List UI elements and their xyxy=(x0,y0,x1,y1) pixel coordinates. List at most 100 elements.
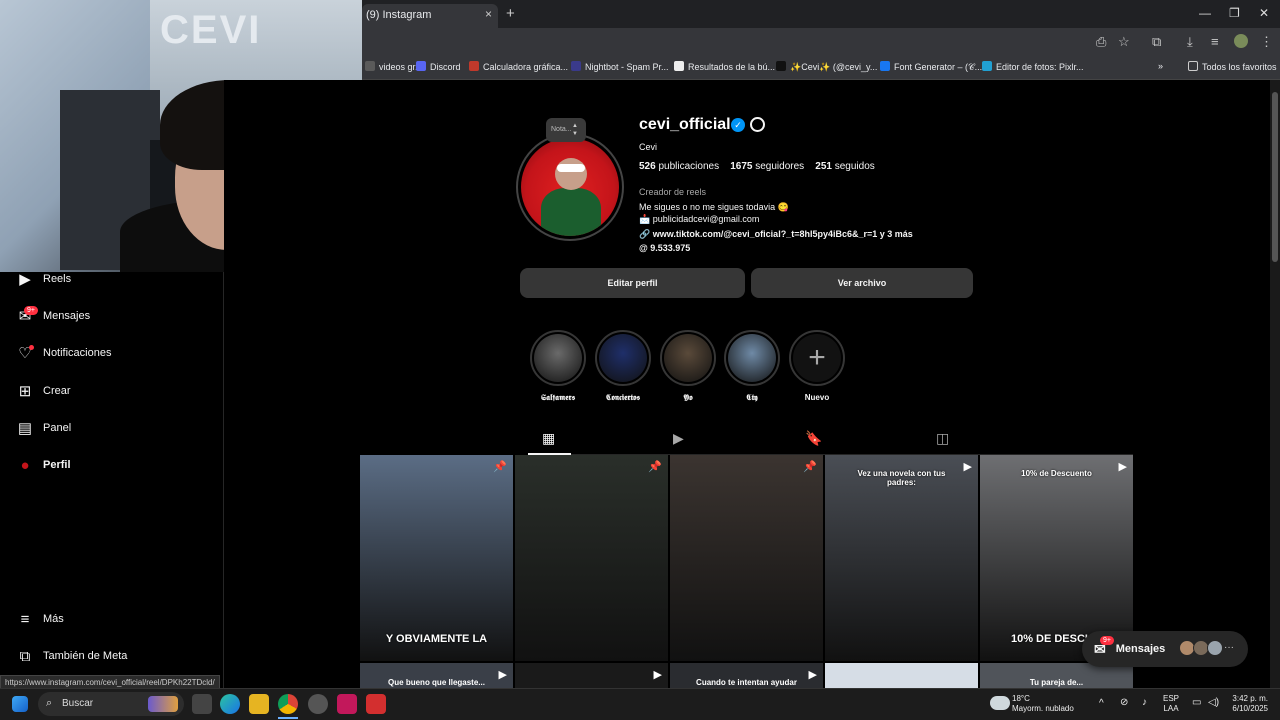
pinned-icon: 📌 xyxy=(648,461,662,473)
posts-stat: 526 publicaciones xyxy=(639,161,719,172)
tab-tagged-icon[interactable]: ◫ xyxy=(936,430,949,447)
bookmark-item[interactable]: Resultados de la bú... xyxy=(674,61,775,72)
star-icon[interactable]: ☆ xyxy=(1118,34,1130,50)
note-bubble[interactable]: Nota... xyxy=(546,118,586,142)
bookmarks-more-icon[interactable]: » xyxy=(1158,61,1163,71)
tab-posts-grid-icon[interactable]: ▦ xyxy=(542,430,555,447)
tab-reels-icon[interactable]: ▶ xyxy=(673,430,684,447)
post-caption: Y OBVIAMENTE LA xyxy=(385,633,488,645)
sidebar-item-profile[interactable]: ● Perfil xyxy=(16,453,70,477)
download-icon[interactable]: ⤓ xyxy=(1187,34,1193,50)
threads-badge[interactable]: @ 9.533.975 xyxy=(639,243,690,253)
post-thumbnail[interactable]: 📌 xyxy=(670,455,823,661)
extensions-icon[interactable]: ⧉ xyxy=(1152,34,1161,50)
sidebar-item-more[interactable]: ≡ Más xyxy=(16,607,64,631)
new-tab-icon[interactable]: + xyxy=(506,5,515,22)
pinned-icon: 📌 xyxy=(803,461,817,473)
following-stat[interactable]: 251 seguidos xyxy=(815,161,875,172)
clock[interactable]: 3:42 p. m. 6/10/2025 xyxy=(1224,694,1268,714)
post-thumbnail[interactable]: ▶ Vez una novela con tus padres: xyxy=(825,455,978,661)
highlight-label: 𝕮𝖙𝖞 xyxy=(746,393,758,402)
tab-saved-icon[interactable]: 🔖 xyxy=(805,430,822,447)
task-view-icon[interactable] xyxy=(192,694,212,714)
reel-icon: ▶ xyxy=(653,669,662,681)
weather-widget[interactable]: 18°C Mayorm. nublado xyxy=(1012,694,1074,714)
network-off-icon[interactable]: ⊘ xyxy=(1120,698,1128,708)
sidebar-item-create[interactable]: ⊞ Crear xyxy=(16,379,71,403)
file-explorer-icon[interactable] xyxy=(249,694,269,714)
volume-icon[interactable]: ◁) xyxy=(1208,698,1219,708)
bookmark-item[interactable]: Nightbot - Spam Pr... xyxy=(571,61,669,72)
menu-icon[interactable]: ⋮ xyxy=(1260,34,1273,50)
plus-square-icon: ⊞ xyxy=(18,383,32,400)
bookmark-label: Editor de fotos: Pixlr... xyxy=(996,62,1084,72)
bookmark-item[interactable]: videos gr... xyxy=(365,61,423,72)
tiktok-studio-icon[interactable] xyxy=(337,694,357,714)
app-icon[interactable] xyxy=(366,694,386,714)
reels-icon: ▶ xyxy=(19,271,31,288)
tray-expand-icon[interactable]: ^ xyxy=(1099,699,1104,709)
post-thumbnail[interactable]: 📌 Y OBVIAMENTE LA xyxy=(360,455,513,661)
bookmark-item[interactable]: Editor de fotos: Pixlr... xyxy=(982,61,1084,72)
post-thumbnail[interactable] xyxy=(825,663,978,688)
account-avatar-icon[interactable] xyxy=(1234,34,1248,48)
sidebar-item-reels[interactable]: ▶ Reels xyxy=(16,267,71,291)
sidebar-item-meta[interactable]: ⧉ También de Meta xyxy=(16,644,128,668)
followers-count: 1675 xyxy=(730,161,753,172)
story-highlight[interactable] xyxy=(530,330,586,386)
verified-icon: ✓ xyxy=(731,118,745,132)
all-favorites[interactable]: Todos los favoritos xyxy=(1188,61,1277,72)
following-label: seguidos xyxy=(834,161,875,172)
bookmark-item[interactable]: Font Generator – (𝒞... xyxy=(880,61,982,73)
post-thumbnail[interactable]: ▶ Que bueno que llegaste... xyxy=(360,663,513,688)
sidebar-item-panel[interactable]: ▤ Panel xyxy=(16,416,71,440)
new-highlight-button[interactable]: + xyxy=(789,330,845,386)
minimize-icon[interactable]: — xyxy=(1199,6,1211,20)
post-thumbnail[interactable]: ▶ xyxy=(515,663,668,688)
bookmark-label: Calculadora gráfica... xyxy=(483,62,569,72)
bookmark-item[interactable]: Discord xyxy=(416,61,461,72)
story-highlight[interactable] xyxy=(660,330,716,386)
more-options-icon[interactable]: ··· xyxy=(1224,642,1234,653)
close-window-icon[interactable]: ✕ xyxy=(1259,6,1269,20)
edge-icon[interactable] xyxy=(220,694,240,714)
status-url: https://www.instagram.com/cevi_official/… xyxy=(0,675,220,689)
search-placeholder: Buscar xyxy=(62,698,94,709)
display-icon[interactable]: ▭ xyxy=(1192,698,1201,708)
restore-icon[interactable]: ❐ xyxy=(1229,6,1240,20)
weather-desc: Mayorm. nublado xyxy=(1012,704,1074,713)
story-highlight[interactable] xyxy=(595,330,651,386)
followers-label: seguidores xyxy=(755,161,805,172)
tab-close-icon[interactable]: × xyxy=(485,7,492,21)
bookmark-item[interactable]: Calculadora gráfica... xyxy=(469,61,568,72)
edit-profile-button[interactable]: Editar perfil xyxy=(520,268,745,298)
settings-icon[interactable] xyxy=(750,117,765,132)
note-text: Nota... xyxy=(551,126,572,133)
highlight-cover xyxy=(664,334,712,382)
language-indicator[interactable]: ESP LAA xyxy=(1163,694,1179,714)
bookmark-label: Discord xyxy=(430,62,461,72)
view-archive-button[interactable]: Ver archivo xyxy=(751,268,973,298)
bookmark-favicon-icon xyxy=(571,61,581,71)
story-highlight[interactable] xyxy=(724,330,780,386)
scrollbar-thumb[interactable] xyxy=(1272,92,1278,262)
weather-temp: 18°C xyxy=(1012,694,1030,703)
install-app-icon[interactable]: ⎙ xyxy=(1096,34,1106,50)
post-thumbnail[interactable]: 📌 xyxy=(515,455,668,661)
chrome-icon[interactable] xyxy=(278,694,298,714)
bookmark-item[interactable]: ✨Cevi✨ (@cevi_y... xyxy=(776,61,877,73)
taskbar-search[interactable]: ⌕ Buscar xyxy=(38,692,184,716)
language-code: ESP xyxy=(1163,694,1180,703)
browser-tab[interactable]: (9) Instagram × xyxy=(362,4,498,28)
media-control-icon[interactable]: ≡ xyxy=(1211,34,1219,49)
profile-avatar[interactable] xyxy=(521,138,619,236)
post-thumbnail[interactable]: ▶ Cuando te intentan ayudar xyxy=(670,663,823,688)
avatar-glasses xyxy=(557,164,585,172)
clock-date: 6/10/2025 xyxy=(1232,704,1268,713)
address-bar[interactable] xyxy=(362,28,1280,56)
followers-stat[interactable]: 1675 seguidores xyxy=(730,161,804,172)
microphone-icon[interactable]: ♪ xyxy=(1142,698,1147,708)
windows-start-icon[interactable] xyxy=(12,696,28,712)
obs-icon[interactable] xyxy=(308,694,328,714)
bio-link[interactable]: 🔗 www.tiktok.com/@cevi_oficial?_t=8hI5py… xyxy=(639,229,913,240)
